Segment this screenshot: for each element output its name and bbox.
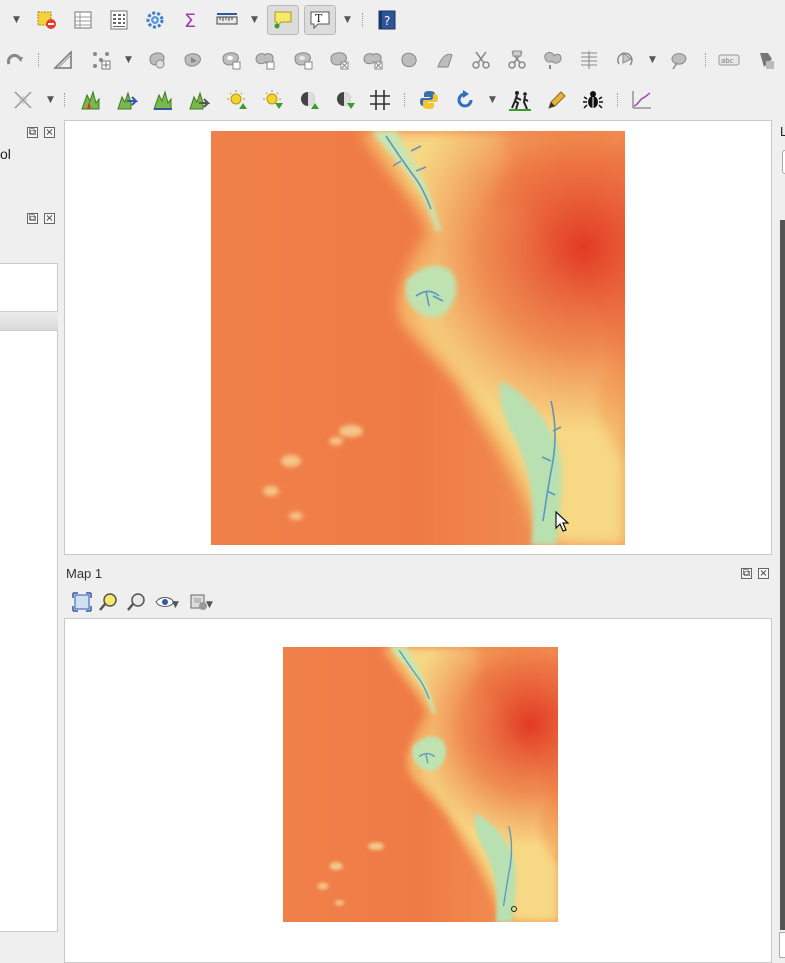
toolbar-row-2: ▼ ▼ abc [0, 40, 785, 80]
split-features-icon[interactable] [468, 47, 494, 73]
toolbar-separator [404, 93, 407, 107]
scale-tool-icon[interactable] [50, 47, 76, 73]
add-part-icon[interactable] [252, 47, 278, 73]
dem-raster-main [211, 131, 625, 545]
shade-up-icon[interactable] [296, 87, 322, 113]
annotation-balloon-icon[interactable] [267, 5, 299, 35]
refresh-icon[interactable] [452, 87, 478, 113]
right-panel-scrollbar[interactable] [780, 220, 785, 930]
svg-text:abc: abc [721, 57, 734, 65]
toolbar-separator [617, 93, 620, 107]
right-panel-label: L [780, 124, 785, 139]
offset-point-symbols-icon[interactable] [666, 47, 692, 73]
close-panel-icon[interactable]: × [758, 568, 769, 579]
float-panel-icon[interactable]: ⧉ [27, 213, 38, 224]
snapping-icon[interactable] [10, 87, 36, 113]
toolbar-row-3: ▼ ▼ [0, 80, 785, 120]
close-panel-icon[interactable]: × [44, 127, 55, 138]
map-dock-title: Map 1 [66, 566, 103, 581]
attribute-table-icon[interactable] [70, 7, 96, 33]
add-ring-icon[interactable] [218, 47, 244, 73]
map1-canvas[interactable] [64, 618, 772, 963]
bug-icon[interactable] [580, 87, 606, 113]
simplify-feature-icon[interactable] [180, 47, 206, 73]
pin-labels-icon[interactable] [752, 47, 778, 73]
python-icon[interactable] [416, 87, 442, 113]
close-panel-icon[interactable]: × [44, 213, 55, 224]
grid-icon[interactable] [367, 87, 393, 113]
field-calculator-icon[interactable] [106, 7, 132, 33]
dem-raster-map1 [283, 647, 558, 922]
dropdown-arrow-icon[interactable]: ▼ [125, 56, 133, 65]
profile-green-icon[interactable] [150, 87, 176, 113]
rotate-feature-icon[interactable] [144, 47, 170, 73]
toolbar-separator [64, 93, 67, 107]
map-dock: Map 1 ⧉ × ▼ ▼ [64, 558, 774, 963]
chart-icon[interactable] [628, 87, 654, 113]
profile-tool-icon[interactable] [78, 87, 104, 113]
toolbar-separator [38, 53, 41, 67]
left-dock: ol ⧉ × ⧉ × [0, 120, 60, 958]
right-dock: L [777, 120, 785, 958]
left-panel-title: ol [0, 146, 11, 162]
dropdown-arrow-icon[interactable]: ▼ [344, 16, 352, 25]
light-up-icon[interactable] [224, 87, 250, 113]
offset-curve-icon[interactable] [432, 47, 458, 73]
rotate-point-symbols-icon[interactable] [612, 47, 638, 73]
measure-icon[interactable] [214, 7, 240, 33]
float-panel-icon[interactable]: ⧉ [741, 568, 752, 579]
zoom-to-layer-icon[interactable] [96, 589, 122, 615]
delete-part-icon[interactable] [360, 47, 386, 73]
vertex-tool-icon[interactable] [88, 47, 114, 73]
dropdown-arrow-icon[interactable]: ▼ [172, 601, 180, 610]
list-header-row [0, 311, 58, 331]
select-features-icon[interactable] [34, 7, 60, 33]
toolbar-separator [705, 53, 708, 67]
reshape-icon[interactable] [396, 47, 422, 73]
zoom-full-icon[interactable] [69, 589, 95, 615]
dropdown-arrow-icon[interactable]: ▼ [13, 16, 21, 25]
settings-gear-icon[interactable] [142, 7, 168, 33]
toolbar-separator [362, 13, 365, 27]
pen-icon[interactable] [544, 87, 570, 113]
left-panel-list [0, 263, 58, 932]
shade-down-icon[interactable] [332, 87, 358, 113]
float-panel-icon[interactable]: ⧉ [27, 127, 38, 138]
svg-text:?: ? [384, 14, 390, 28]
dropdown-arrow-icon[interactable]: ▼ [206, 601, 214, 610]
hiking-icon[interactable] [507, 87, 533, 113]
redo-icon[interactable] [2, 47, 28, 73]
svg-text:Σ: Σ [184, 10, 196, 31]
toolbar-row-1: ▼ Σ ▼ T ▼ ? [0, 0, 785, 40]
dropdown-arrow-icon[interactable]: ▼ [47, 96, 55, 105]
cursor-position-marker-icon [511, 906, 517, 912]
right-panel-bottom-input[interactable] [779, 932, 785, 958]
dropdown-arrow-icon[interactable]: ▼ [489, 96, 497, 105]
dropdown-arrow-icon[interactable]: ▼ [649, 56, 657, 65]
svg-text:T: T [315, 12, 323, 25]
mouse-cursor-icon [555, 511, 569, 532]
light-down-icon[interactable] [260, 87, 286, 113]
profile-arrow-icon[interactable] [114, 87, 140, 113]
main-map-canvas[interactable] [64, 120, 772, 555]
profile-export-icon[interactable] [186, 87, 212, 113]
text-annotation-icon[interactable]: T [304, 5, 336, 35]
help-icon[interactable]: ? [374, 7, 400, 33]
fill-ring-icon[interactable] [290, 47, 316, 73]
delete-ring-icon[interactable] [326, 47, 352, 73]
merge-features-icon[interactable] [540, 47, 566, 73]
split-parts-icon[interactable] [504, 47, 530, 73]
dropdown-arrow-icon[interactable]: ▼ [251, 16, 259, 25]
label-abc-icon[interactable]: abc [716, 47, 742, 73]
merge-attributes-icon[interactable] [576, 47, 602, 73]
zoom-to-selection-icon[interactable] [124, 589, 150, 615]
sum-icon[interactable]: Σ [178, 7, 204, 33]
